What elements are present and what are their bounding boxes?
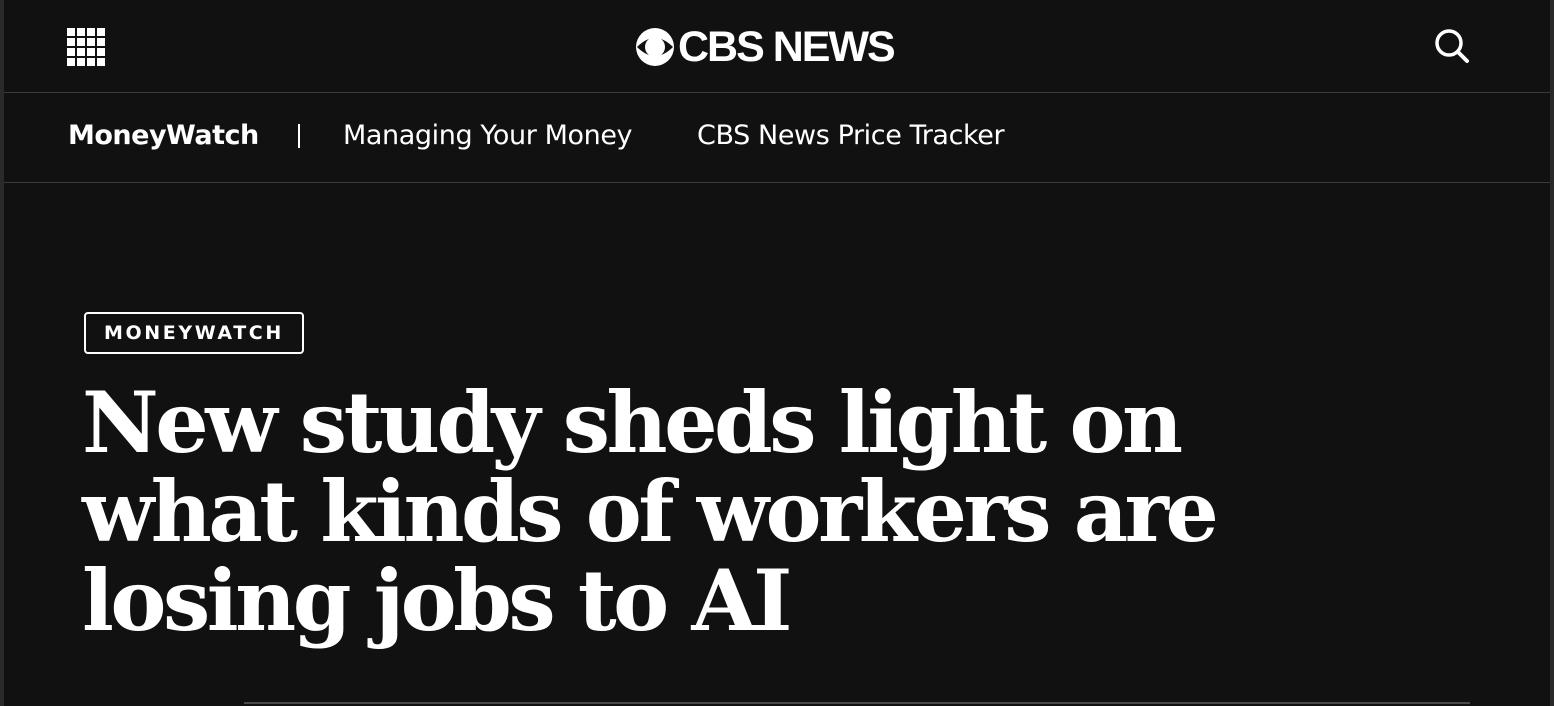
grid-menu-icon[interactable] xyxy=(67,28,105,66)
cbs-news-logo[interactable]: CBS NEWS xyxy=(634,23,896,71)
subnav-brand-moneywatch[interactable]: MoneyWatch xyxy=(68,120,259,151)
site-header: CBS NEWS xyxy=(4,0,1550,93)
divider xyxy=(244,702,1470,704)
subnav-link-price-tracker[interactable]: CBS News Price Tracker xyxy=(697,120,1005,151)
subnav-link-managing-your-money[interactable]: Managing Your Money xyxy=(343,120,633,151)
article-headline: New study sheds light on what kinds of w… xyxy=(82,373,1219,650)
cbs-eye-icon xyxy=(634,26,676,68)
section-subnav: MoneyWatch Managing Your Money CBS News … xyxy=(4,93,1550,183)
logo-text: CBS NEWS xyxy=(678,23,896,71)
search-icon[interactable] xyxy=(1434,28,1470,64)
category-badge[interactable]: MONEYWATCH xyxy=(84,312,304,354)
window-edge-right xyxy=(1550,0,1554,706)
subnav-divider xyxy=(298,124,300,148)
